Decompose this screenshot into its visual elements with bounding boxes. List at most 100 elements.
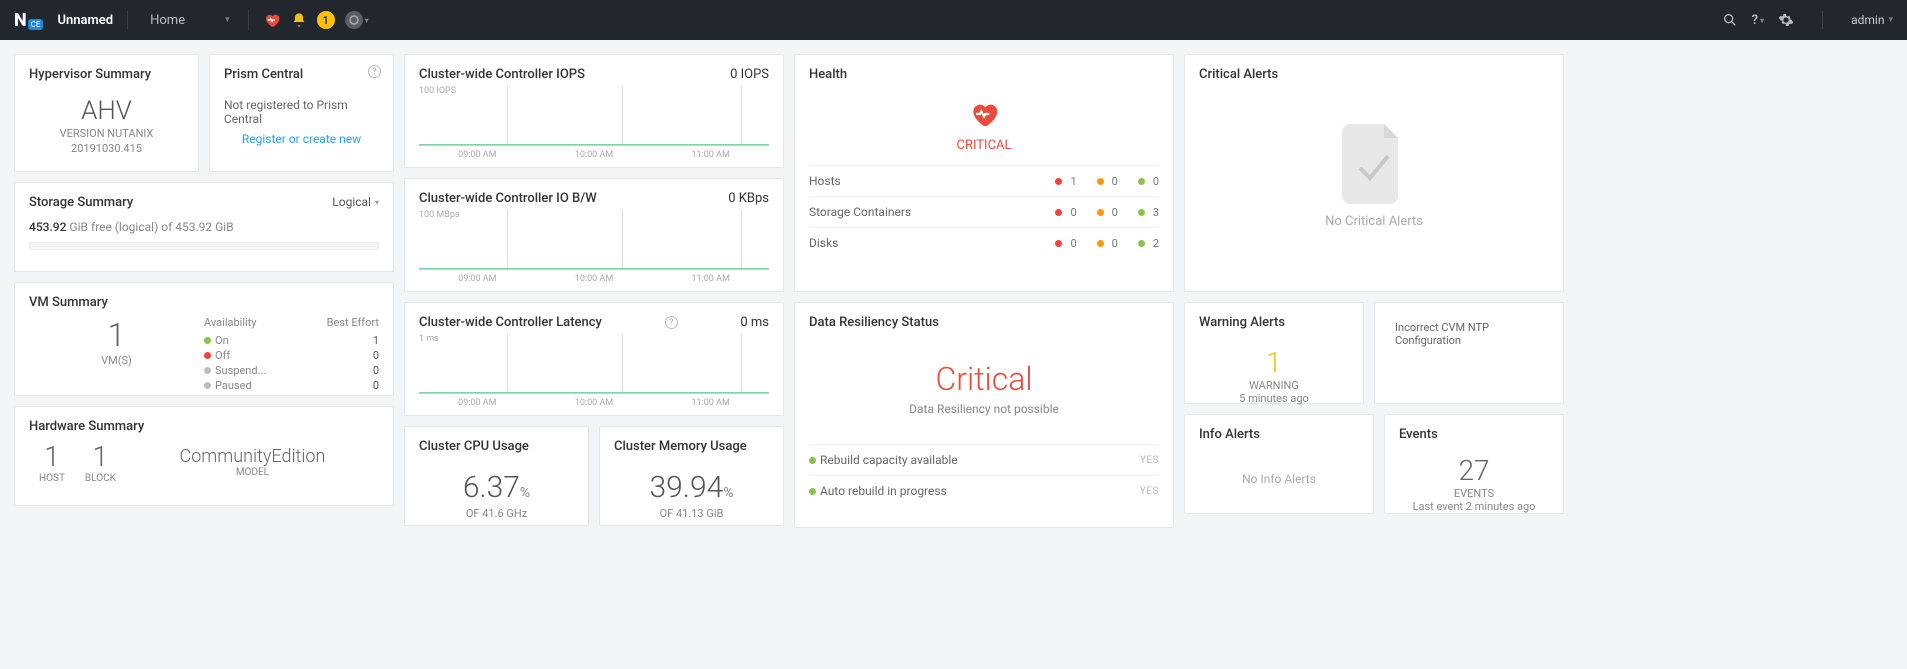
chevron-down-icon: ▾ [1888, 15, 1893, 25]
vm-row-suspended: Suspend...0 [204, 363, 379, 378]
panel-title: Storage Summary [29, 195, 133, 210]
logo-ce-badge: CE [28, 19, 44, 30]
panel-title: Prism Central [224, 67, 379, 82]
health-panel[interactable]: Health CRITICAL Hosts 1 0 0 Storage Con [794, 54, 1174, 292]
panel-title: Cluster CPU Usage [419, 439, 574, 454]
health-heart-icon[interactable] [263, 13, 281, 27]
prism-status: Not registered to Prism Central [224, 98, 379, 126]
cluster-name[interactable]: Unnamed [57, 13, 113, 28]
warning-alerts-detail-panel[interactable]: Incorrect CVM NTP Configuration [1374, 302, 1564, 404]
storage-usage-bar [29, 242, 379, 250]
chevron-down-icon: ▾ [1760, 16, 1764, 25]
warning-count: 1 [1199, 346, 1349, 379]
vm-row-paused: Paused0 [204, 378, 379, 393]
host-label: HOST [39, 473, 65, 484]
hypervisor-name: AHV [29, 96, 184, 126]
warning-alerts-summary-panel[interactable]: Warning Alerts 1 WARNING 5 minutes ago [1184, 302, 1364, 404]
panel-title: Cluster-wide Controller IOPS [419, 67, 585, 82]
bell-icon[interactable] [291, 12, 307, 28]
no-critical-alerts-text: No Critical Alerts [1199, 214, 1549, 229]
hypervisor-version-line1: VERSION NUTANIX [29, 126, 184, 141]
chart-iobw-panel[interactable]: Cluster-wide Controller IO B/W 0 KBps 10… [404, 178, 784, 292]
resiliency-row-rebuild-capacity: Rebuild capacity available YES [809, 444, 1159, 475]
vm-col-availability: Availability [204, 316, 256, 329]
top-bar: N CE Unnamed Home ▾ 1 ▾ ? ▾ [0, 0, 1907, 40]
resiliency-sub: Data Resiliency not possible [809, 402, 1159, 416]
prism-central-panel: Prism Central ? Not registered to Prism … [209, 54, 394, 172]
hardware-summary-panel[interactable]: Hardware Summary 1 HOST 1 BLOCK Communit… [14, 406, 394, 506]
latency-value: 0 ms [740, 315, 769, 330]
user-menu[interactable]: admin ▾ [1851, 13, 1893, 27]
hypervisor-summary-panel[interactable]: Hypervisor Summary AHV VERSION NUTANIX 2… [14, 54, 199, 172]
block-count: 1 [85, 440, 116, 473]
storage-summary-panel[interactable]: Storage Summary Logical ▾ 453.92 GiB fre… [14, 182, 394, 272]
info-alerts-panel[interactable]: Info Alerts No Info Alerts [1184, 414, 1374, 514]
divider [248, 10, 249, 30]
warning-message: Incorrect CVM NTP Configuration [1389, 315, 1549, 353]
storage-mode-dropdown[interactable]: Logical ▾ [332, 195, 379, 209]
chart-xlabels: 09:00 AM10:00 AM11:00 AM [419, 274, 769, 284]
panel-title: Info Alerts [1199, 427, 1359, 442]
chart-ylabel: 100 IOPS [419, 86, 456, 96]
mem-pct: % [723, 485, 733, 501]
panel-title: Warning Alerts [1199, 315, 1349, 330]
register-link[interactable]: Register or create new [224, 132, 379, 146]
events-label: EVENTS [1399, 487, 1549, 500]
cpu-value: 6.37 [463, 470, 520, 505]
warning-time: 5 minutes ago [1199, 392, 1349, 405]
panel-title: Critical Alerts [1199, 67, 1549, 82]
vm-row-on: On1 [204, 333, 379, 348]
logo[interactable]: N CE [14, 10, 43, 31]
health-row-hosts[interactable]: Hosts 1 0 0 [809, 165, 1159, 196]
panel-title: Hardware Summary [29, 419, 379, 434]
events-time: Last event 2 minutes ago [1399, 500, 1549, 513]
critical-alerts-panel[interactable]: Critical Alerts No Critical Alerts [1184, 54, 1564, 292]
health-row-storage[interactable]: Storage Containers 0 0 3 [809, 196, 1159, 227]
document-check-icon [1342, 124, 1406, 204]
memory-usage-panel[interactable]: Cluster Memory Usage 39.94% OF 41.13 GiB [599, 426, 784, 526]
mem-sub: OF 41.13 GiB [614, 507, 769, 520]
vm-summary-panel[interactable]: VM Summary 1 VM(S) Availability Best Eff… [14, 282, 394, 396]
chart-iops-panel[interactable]: Cluster-wide Controller IOPS 0 IOPS 100 … [404, 54, 784, 168]
panel-title: Cluster-wide Controller Latency [419, 315, 602, 330]
gear-icon[interactable] [1778, 12, 1794, 28]
resiliency-row-auto-rebuild: Auto rebuild in progress YES [809, 475, 1159, 506]
chart-latency-panel[interactable]: Cluster-wide Controller Latency ? 0 ms 1… [404, 302, 784, 416]
help-dropdown[interactable]: ? ▾ [1752, 13, 1764, 28]
main-menu-dropdown[interactable]: Home ▾ [142, 9, 238, 32]
cpu-sub: OF 41.6 GHz [419, 507, 574, 520]
data-resiliency-panel[interactable]: Data Resiliency Status Critical Data Res… [794, 302, 1174, 528]
logo-n: N [14, 10, 26, 31]
panel-title: Health [809, 67, 1159, 82]
task-circle-icon [345, 11, 363, 29]
chart-xlabels: 09:00 AM10:00 AM11:00 AM [419, 150, 769, 160]
menu-label: Home [150, 13, 185, 28]
model-name: CommunityEdition [126, 446, 379, 467]
help-icon[interactable]: ? [368, 65, 381, 78]
vm-row-off: Off0 [204, 348, 379, 363]
panel-title: Hypervisor Summary [29, 67, 184, 82]
host-count: 1 [39, 440, 65, 473]
cpu-usage-panel[interactable]: Cluster CPU Usage 6.37% OF 41.6 GHz [404, 426, 589, 526]
model-label: MODEL [126, 467, 379, 478]
search-icon[interactable] [1722, 12, 1738, 28]
chart-area: 1 ms [419, 334, 769, 394]
iops-value: 0 IOPS [730, 67, 769, 82]
health-row-disks[interactable]: Disks 0 0 2 [809, 227, 1159, 258]
alert-badge[interactable]: 1 [317, 11, 335, 29]
help-icon[interactable]: ? [665, 316, 678, 329]
events-panel[interactable]: Events 27 EVENTS Last event 2 minutes ag… [1384, 414, 1564, 514]
vm-col-besteffort: Best Effort [327, 316, 379, 329]
storage-mode-label: Logical [332, 195, 371, 209]
task-status-dropdown[interactable]: ▾ [345, 11, 369, 29]
health-status: CRITICAL [809, 138, 1159, 153]
panel-title: VM Summary [29, 295, 379, 310]
chevron-down-icon: ▾ [365, 16, 369, 25]
vm-count: 1 [29, 316, 204, 354]
cpu-pct: % [520, 485, 530, 501]
chart-area: 100 MBps [419, 210, 769, 270]
topbar-right: ? ▾ admin ▾ [1722, 11, 1893, 29]
block-label: BLOCK [85, 473, 116, 484]
chart-ylabel: 100 MBps [419, 210, 460, 220]
status-icons: 1 ▾ [263, 11, 369, 29]
